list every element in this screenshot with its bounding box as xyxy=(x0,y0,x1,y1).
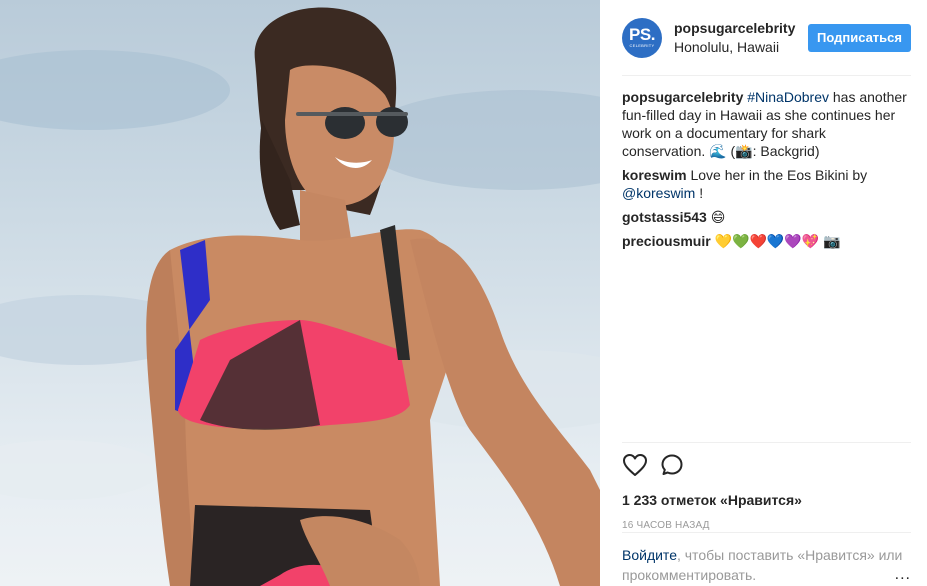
action-bar xyxy=(622,442,911,486)
more-options-icon[interactable]: ... xyxy=(895,566,911,584)
avatar-logo-subtext: CELEBRITY xyxy=(629,43,655,48)
avatar-logo-text: PS. xyxy=(629,25,655,44)
location-link[interactable]: Honolulu, Hawaii xyxy=(674,39,808,55)
comment: preciousmuir 💛💚❤️💙💜💖 📷 xyxy=(622,232,911,250)
caption-username[interactable]: popsugarcelebrity xyxy=(622,89,743,105)
comment: gotstassi543 😄 xyxy=(622,208,911,226)
avatar[interactable]: PS. CELEBRITY xyxy=(622,17,662,58)
user-info: popsugarcelebrity Honolulu, Hawaii xyxy=(674,20,808,55)
comment-text-end: ! xyxy=(695,185,704,201)
photo-illustration xyxy=(0,7,600,586)
heart-icon[interactable] xyxy=(622,453,648,486)
comment-text: 😄 xyxy=(710,209,726,225)
post-header: PS. CELEBRITY popsugarcelebrity Honolulu… xyxy=(622,0,911,76)
comment-username[interactable]: preciousmuir xyxy=(622,233,711,249)
caption: popsugarcelebrity #NinaDobrev has anothe… xyxy=(622,88,911,160)
login-prompt: Войдите, чтобы поставить «Нравится» или … xyxy=(622,532,911,585)
post-photo[interactable] xyxy=(0,0,600,586)
instagram-post: PS. CELEBRITY popsugarcelebrity Honolulu… xyxy=(0,0,927,586)
post-sidebar: PS. CELEBRITY popsugarcelebrity Honolulu… xyxy=(600,0,927,586)
login-link[interactable]: Войдите xyxy=(622,547,677,563)
follow-button[interactable]: Подписаться xyxy=(807,23,911,52)
comment-username[interactable]: koreswim xyxy=(622,167,687,183)
comment-mention[interactable]: @koreswim xyxy=(622,185,695,201)
comment-text: Love her in the Eos Bikini by xyxy=(690,167,868,183)
comment-text: 💛💚❤️💙💜💖 📷 xyxy=(714,233,841,249)
username-link[interactable]: popsugarcelebrity xyxy=(674,20,808,36)
comments-list: popsugarcelebrity #NinaDobrev has anothe… xyxy=(622,76,911,442)
comment: koreswim Love her in the Eos Bikini by @… xyxy=(622,166,911,202)
caption-hashtag[interactable]: #NinaDobrev xyxy=(747,89,829,105)
comment-username[interactable]: gotstassi543 xyxy=(622,209,707,225)
post-timestamp[interactable]: 16 часов назад xyxy=(622,520,911,531)
comment-icon[interactable] xyxy=(660,453,686,486)
likes-count[interactable]: 1 233 отметок «Нравится» xyxy=(622,492,911,508)
